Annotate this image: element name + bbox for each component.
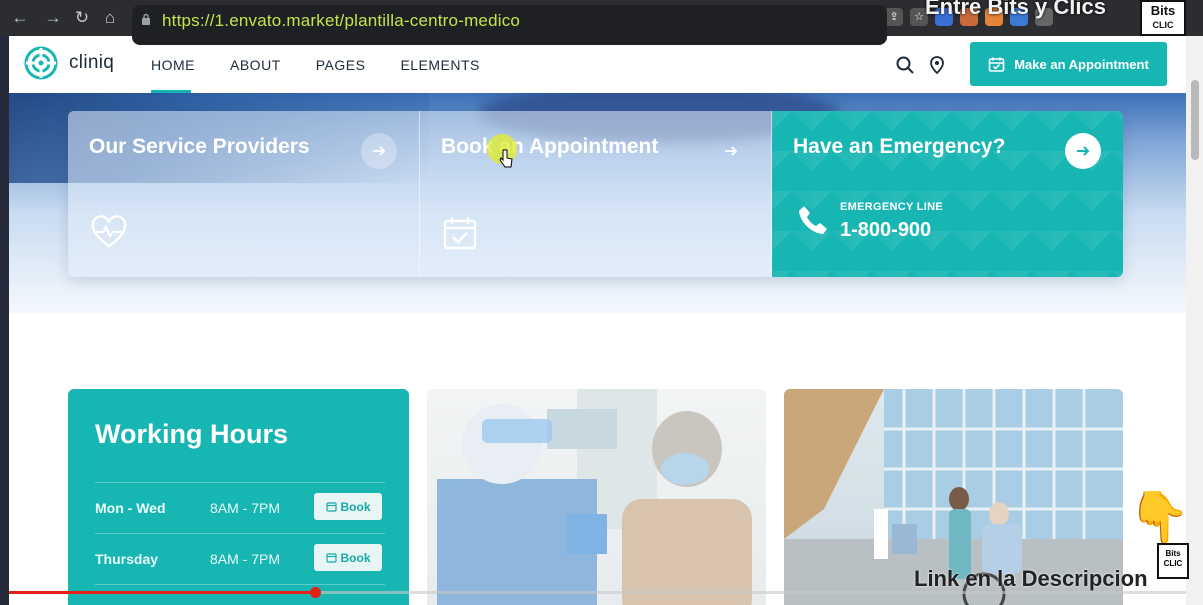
lock-icon [142,13,150,25]
reload-icon[interactable]: ↻ [72,8,92,28]
channel-logo-small-line2: CLIC [1163,559,1183,568]
make-appointment-button[interactable]: Make an Appointment [970,42,1167,86]
arrow-right-icon[interactable] [713,133,749,169]
service-providers-card[interactable]: Our Service Providers [68,111,420,277]
calendar-icon [988,57,1005,72]
hours-day: Mon - Wed [95,500,166,516]
forward-icon[interactable]: → [43,8,63,28]
hours-row: Mon - Wed 8AM - 7PM Book [95,482,385,533]
calendar-icon [325,553,337,563]
book-label: Book [340,550,371,565]
brand-name: cliniq [69,52,115,73]
book-label: Book [340,499,371,514]
arrow-right-icon[interactable] [361,133,397,169]
channel-logo-small-line1: Bits [1165,549,1181,558]
brand[interactable]: cliniq [23,45,114,81]
desktop-strip [0,36,9,605]
working-hours-title: Working Hours [95,419,289,449]
book-button[interactable]: Book [314,544,382,571]
working-hours-card: Working Hours Mon - Wed 8AM - 7PM Book T… [68,389,409,605]
emergency-card[interactable]: Have an Emergency? EMERGENCY LINE 1-800-… [772,111,1123,277]
channel-logo-line1: Bits [1150,3,1176,18]
emergency-label: EMERGENCY LINE [840,201,944,213]
url-text[interactable]: https://1.envato.market/plantilla-centro… [162,11,520,31]
hours-row [95,584,385,605]
back-icon[interactable]: ← [10,8,30,28]
hours-row: Thursday 8AM - 7PM Book [95,533,385,584]
phone-icon [799,206,827,234]
heart-pulse-icon [91,215,127,248]
calendar-icon [325,502,337,512]
share-icon[interactable]: ⇪ [885,8,903,26]
video-caption: Link en la Descripcion [914,566,1148,591]
video-progress-fill [9,591,316,594]
location-pin-icon[interactable] [927,55,947,75]
cliniq-logo-icon [24,46,58,80]
channel-logo-line2: CLIC [1152,20,1174,30]
home-icon[interactable]: ⌂ [100,8,120,28]
emergency-phone[interactable]: 1-800-900 [840,219,931,242]
video-progress-bar[interactable] [9,587,1186,598]
channel-title: Entre Bits y Clics [925,0,1106,19]
vaccination-photo [427,389,766,605]
hours-time: 8AM - 7PM [210,500,281,516]
website: cliniq HOME ABOUT PAGES ELEMENTS Make an… [9,36,1186,605]
card-title: Book an Appointment [441,135,659,158]
search-icon[interactable] [895,55,915,75]
address-bar[interactable]: https://1.envato.market/plantilla-centro… [132,5,887,45]
hours-day: Thursday [95,551,159,567]
pointing-hand-icon: 👇 [1128,489,1191,545]
service-cards: Our Service Providers Book an Appointmen… [68,111,1123,277]
card-title: Have an Emergency? [793,135,1006,158]
scrollbar-thumb[interactable] [1191,80,1199,160]
channel-logo-small: Bits CLIC [1157,543,1189,579]
book-appointment-card[interactable]: Book an Appointment [420,111,772,277]
calendar-check-icon [443,217,477,250]
make-appointment-label: Make an Appointment [1014,56,1149,72]
card-title: Our Service Providers [89,135,310,158]
hours-time: 8AM - 7PM [210,551,281,567]
channel-logo: Bits CLIC [1140,0,1186,36]
hand-cursor-icon [499,149,513,168]
video-scrubber[interactable] [310,587,322,598]
arrow-right-icon[interactable] [1065,133,1101,169]
book-button[interactable]: Book [314,493,382,520]
